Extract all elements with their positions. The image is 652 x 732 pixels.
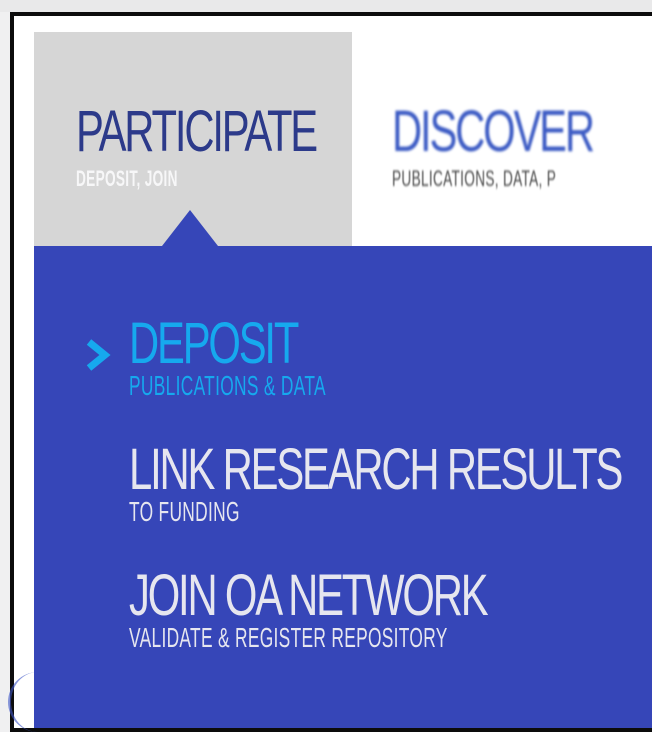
- participate-dropdown-menu: DEPOSIT PUBLICATIONS & DATA LINK RESEARC…: [34, 246, 652, 728]
- window-frame: PARTICIPATE DEPOSIT, JOIN DISCOVER PUBLI…: [10, 12, 652, 732]
- tab-participate-subtitle: DEPOSIT, JOIN: [76, 166, 178, 191]
- menu-item-join-oa-network[interactable]: JOIN OA NETWORK VALIDATE & REGISTER REPO…: [129, 563, 643, 653]
- tab-participate-title: PARTICIPATE: [76, 99, 318, 164]
- menu-item-deposit[interactable]: DEPOSIT PUBLICATIONS & DATA: [129, 311, 447, 401]
- tab-discover[interactable]: DISCOVER PUBLICATIONS, DATA, P: [352, 32, 652, 246]
- page-content: PARTICIPATE DEPOSIT, JOIN DISCOVER PUBLI…: [14, 16, 652, 728]
- main-navigation: PARTICIPATE DEPOSIT, JOIN DISCOVER PUBLI…: [34, 32, 652, 247]
- menu-item-link-research-results[interactable]: LINK RESEARCH RESULTS TO FUNDING: [129, 437, 652, 527]
- menu-item-title: JOIN OA NETWORK: [129, 563, 489, 628]
- dropdown-pointer-icon: [162, 210, 218, 246]
- chevron-right-icon: [86, 339, 111, 371]
- menu-item-title: DEPOSIT: [129, 311, 299, 376]
- tab-participate[interactable]: PARTICIPATE DEPOSIT, JOIN: [34, 32, 352, 246]
- menu-item-subtitle: PUBLICATIONS & DATA: [129, 370, 326, 401]
- tab-discover-subtitle: PUBLICATIONS, DATA, P: [392, 166, 557, 191]
- background-shape: [0, 0, 652, 12]
- menu-item-subtitle: TO FUNDING: [129, 496, 240, 527]
- menu-item-title: LINK RESEARCH RESULTS: [129, 437, 623, 502]
- menu-item-subtitle: VALIDATE & REGISTER REPOSITORY: [129, 622, 448, 653]
- tab-discover-title: DISCOVER: [392, 99, 595, 164]
